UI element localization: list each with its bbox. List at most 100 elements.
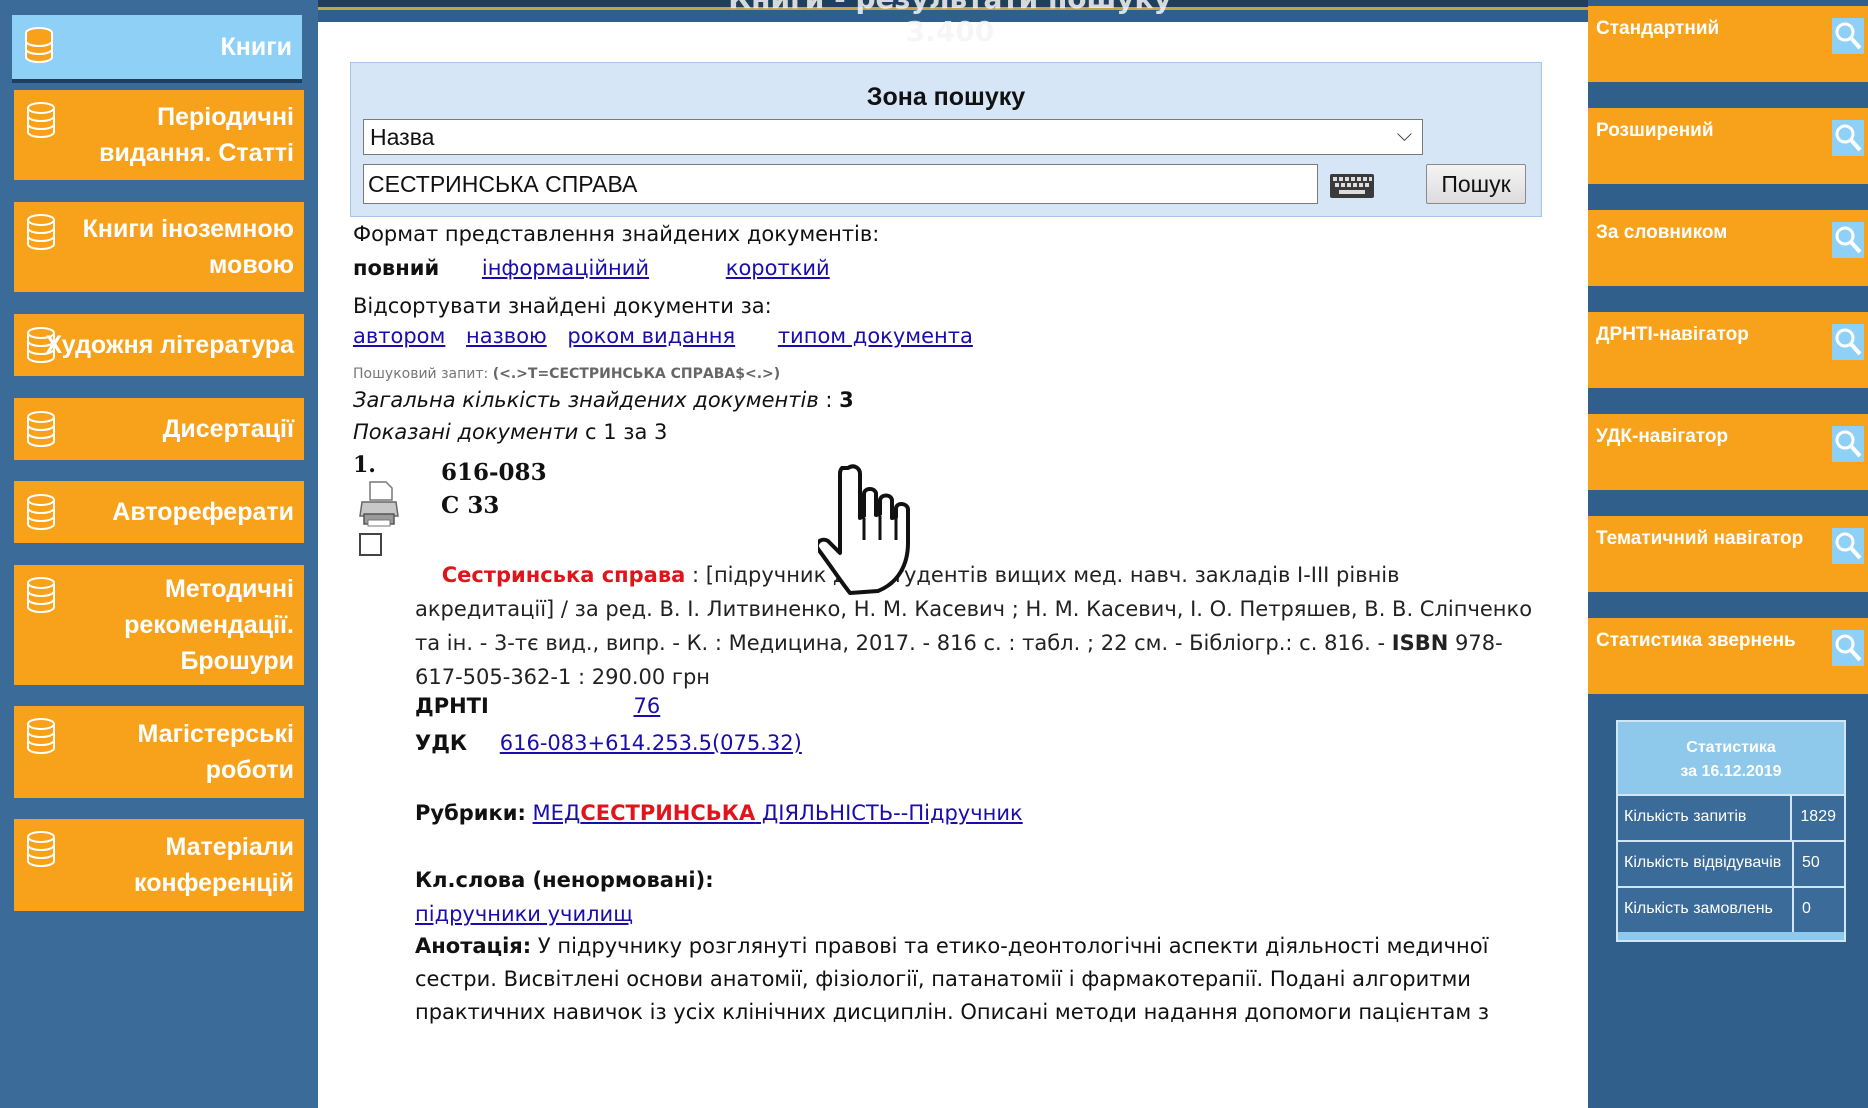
database-icon xyxy=(27,577,55,613)
search-field-select[interactable]: Назва ⌵ xyxy=(363,119,1423,155)
right-sidebar: Стандартний Розширений За словником ДРНТ… xyxy=(1588,0,1868,1108)
nav-item-dissertations[interactable]: Дисертації xyxy=(14,398,304,460)
magnifier-icon xyxy=(1832,222,1864,258)
stats-row: Кількість запитів 1829 xyxy=(1618,794,1844,840)
database-icon xyxy=(27,327,55,363)
shelf-code: 616-083 xyxy=(441,459,547,486)
magnifier-icon xyxy=(1832,528,1864,564)
request-statistics[interactable]: Статистика звернень xyxy=(1588,618,1868,694)
select-record-checkbox[interactable] xyxy=(359,533,382,556)
magnifier-icon xyxy=(1832,426,1864,462)
magnifier-icon xyxy=(1832,630,1864,666)
nav-label: Магістерські роботи xyxy=(137,720,294,784)
r-label: Стандартний xyxy=(1596,18,1720,39)
search-button[interactable]: Пошук xyxy=(1426,164,1526,204)
r-label: ДРНТІ-навігатор xyxy=(1596,324,1749,345)
shown-label: Показані документи xyxy=(353,420,579,444)
magnifier-icon xyxy=(1832,120,1864,156)
nav-item-methodical[interactable]: Методичні рекомендації. Брошури xyxy=(14,565,304,685)
shown-range: с 1 за 3 xyxy=(585,420,668,444)
stats-row: Кількість замовлень 0 xyxy=(1618,886,1844,932)
record-description: Сестринська справа : [підручник для студ… xyxy=(415,558,1545,694)
nav-item-foreign-books[interactable]: Книги іноземною мовою xyxy=(14,202,304,292)
udk-navigator[interactable]: УДК-навігатор xyxy=(1588,414,1868,490)
nav-item-periodicals[interactable]: Періодичні видання. Статті xyxy=(14,90,304,180)
stats-row: Кількість відвідувачів 50 xyxy=(1618,840,1844,886)
stats-value: 1829 xyxy=(1800,808,1836,825)
magnifier-icon xyxy=(1832,18,1864,54)
r-label: Розширений xyxy=(1596,120,1714,141)
annotation-line-1: У підручнику розглянуті правові та етико… xyxy=(531,934,1489,958)
format-informational-link[interactable]: інформаційний xyxy=(482,256,649,280)
sort-label: Відсортувати знайдені документи за: xyxy=(353,294,772,318)
stats-title: Статистика xyxy=(1686,739,1776,756)
select-value: Назва xyxy=(370,124,435,150)
rubric-link[interactable]: МЕДСЕСТРИНСЬКА ДІЯЛЬНІСТЬ--Підручник xyxy=(533,801,1023,825)
statistics-panel: Статистика за 16.12.2019 Кількість запит… xyxy=(1616,720,1846,942)
stats-key: Кількість відвідувачів xyxy=(1618,842,1794,886)
database-icon xyxy=(25,27,53,63)
drnti-label: ДРНТІ xyxy=(415,694,489,718)
format-short-link[interactable]: короткий xyxy=(726,256,830,280)
stats-key: Кількість запитів xyxy=(1618,796,1793,840)
keyboard-icon[interactable] xyxy=(1329,173,1375,199)
rubric-post: ДІЯЛЬНІСТЬ--Підручник xyxy=(755,801,1023,825)
drnti-link[interactable]: 76 xyxy=(634,694,661,718)
main-content: Зона пошуку Назва ⌵ СЕСТРИНСЬКА СПРАВА П… xyxy=(318,22,1588,1108)
stats-value: 50 xyxy=(1802,854,1820,871)
nav-item-abstracts[interactable]: Автореферати xyxy=(14,481,304,543)
author-mark: С 33 xyxy=(441,492,500,519)
database-icon xyxy=(27,494,55,530)
nav-item-books[interactable]: Книги xyxy=(12,15,302,83)
r-label: Тематичний навігатор xyxy=(1596,528,1804,549)
nav-label: Періодичні видання. Статті xyxy=(99,103,294,167)
record-title: Сестринська справа xyxy=(441,563,686,587)
database-icon xyxy=(27,214,55,250)
nav-label: Методичні рекомендації. Брошури xyxy=(124,575,294,675)
udk-label: УДК xyxy=(415,731,468,755)
record-number: 1. xyxy=(353,452,376,478)
nav-label: Книги xyxy=(220,33,292,61)
nav-label: Автореферати xyxy=(112,498,294,526)
rubric-label: Рубрики: xyxy=(415,801,526,825)
search-input[interactable]: СЕСТРИНСЬКА СПРАВА xyxy=(363,164,1318,204)
nav-item-conferences[interactable]: Матеріали конференцій xyxy=(14,819,304,911)
nav-item-fiction[interactable]: Художня література xyxy=(14,314,304,376)
magnifier-icon xyxy=(1832,324,1864,360)
search-advanced[interactable]: Розширений xyxy=(1588,108,1868,184)
format-current: повний xyxy=(353,256,440,280)
sort-title-link[interactable]: назвою xyxy=(466,324,547,348)
rubric-highlight: СЕСТРИНСЬКА xyxy=(580,801,756,825)
stats-value: 0 xyxy=(1802,900,1811,917)
database-icon xyxy=(27,718,55,754)
database-icon xyxy=(27,831,55,867)
r-label: УДК-навігатор xyxy=(1596,426,1729,447)
thematic-navigator[interactable]: Тематичний навігатор xyxy=(1588,516,1868,592)
stats-key: Кількість замовлень xyxy=(1618,888,1794,932)
search-zone-title: Зона пошуку xyxy=(866,83,1026,111)
nav-label: Художня література xyxy=(45,331,294,359)
nav-label: Дисертації xyxy=(162,415,294,443)
keywords-label: Кл.слова (ненормовані): xyxy=(415,868,714,892)
total-label: Загальна кількість знайдених документів xyxy=(353,388,819,412)
database-icon xyxy=(27,411,55,447)
hand-cursor-icon xyxy=(818,464,910,595)
printer-icon[interactable] xyxy=(358,480,400,528)
rubric-pre: МЕД xyxy=(532,801,581,825)
sort-author-link[interactable]: автором xyxy=(353,324,445,348)
sort-year-link[interactable]: роком видання xyxy=(567,324,735,348)
page-title: Книги - результати пошуку 3.400 xyxy=(728,0,1172,48)
isbn-label: ISBN xyxy=(1391,631,1449,655)
keyword-link[interactable]: підручники училищ xyxy=(415,902,633,926)
search-dictionary[interactable]: За словником xyxy=(1588,210,1868,286)
stats-date: за 16.12.2019 xyxy=(1680,763,1782,780)
search-standard[interactable]: Стандартний xyxy=(1588,6,1868,82)
sort-type-link[interactable]: типом документа xyxy=(778,324,973,348)
query-label: Пошуковий запит: xyxy=(353,366,489,382)
nav-label: Книги іноземною мовою xyxy=(82,215,294,279)
udk-link[interactable]: 616-083+614.253.5(075.32) xyxy=(500,731,802,755)
nav-item-masters[interactable]: Магістерські роботи xyxy=(14,706,304,798)
drnti-navigator[interactable]: ДРНТІ-навігатор xyxy=(1588,312,1868,388)
total-value: 3 xyxy=(839,388,854,412)
format-label: Формат представлення знайдених документі… xyxy=(353,222,880,246)
